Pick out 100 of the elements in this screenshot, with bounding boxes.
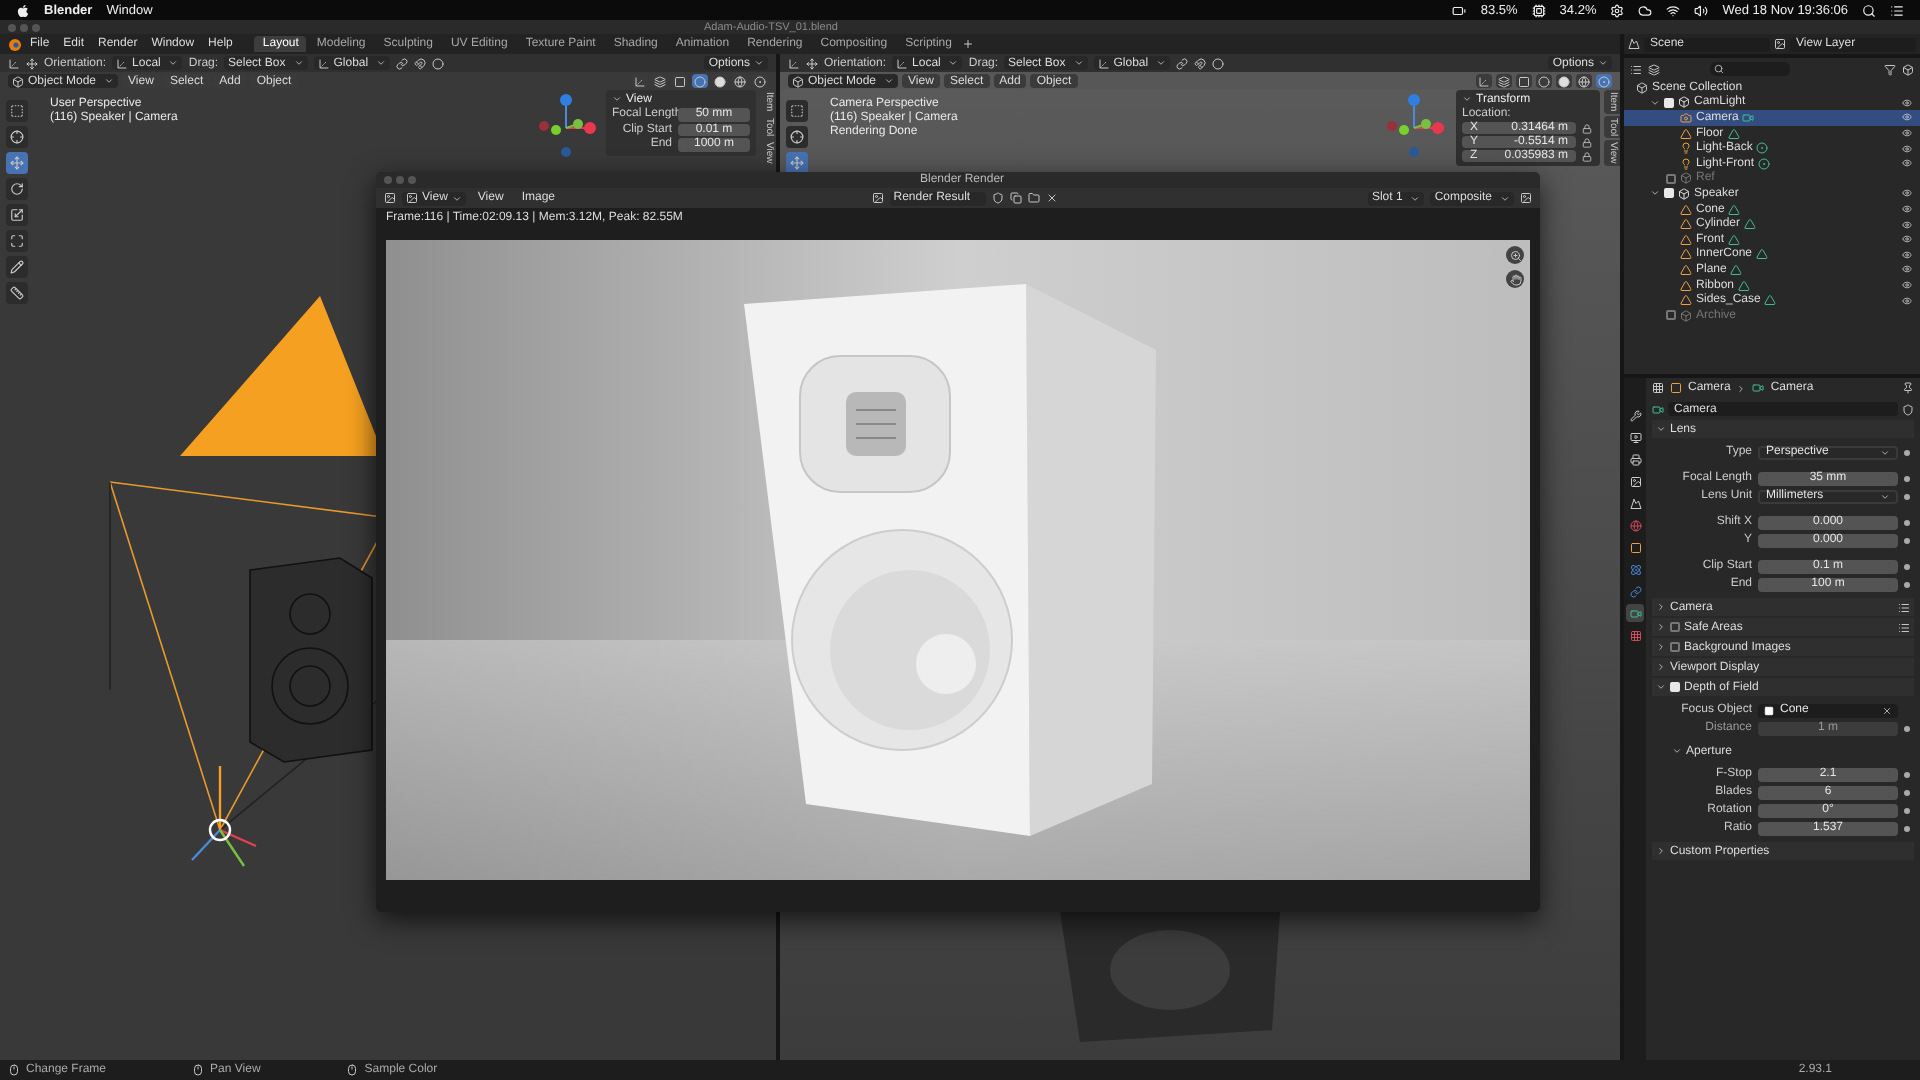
- gizmo-button[interactable]: [1476, 74, 1492, 88]
- keyframe-dot[interactable]: [1904, 493, 1910, 499]
- eye-icon[interactable]: [1902, 112, 1912, 123]
- copy-icon[interactable]: [1009, 192, 1022, 204]
- eye-icon[interactable]: [1902, 97, 1912, 108]
- lock-icon[interactable]: [1582, 123, 1592, 133]
- overlay-button[interactable]: [1496, 74, 1512, 88]
- shading-button[interactable]: [732, 74, 748, 88]
- shading-button[interactable]: [712, 74, 728, 88]
- eye-icon[interactable]: [1902, 264, 1912, 275]
- shading-button[interactable]: [692, 74, 708, 88]
- xray-button[interactable]: [672, 74, 688, 88]
- eye-icon[interactable]: [1902, 204, 1912, 215]
- folder-icon[interactable]: [1027, 192, 1040, 204]
- move-icon[interactable]: [806, 57, 818, 69]
- gear-icon[interactable]: [1610, 3, 1625, 17]
- shading-button[interactable]: [1576, 74, 1592, 88]
- keyframe-dot[interactable]: [1904, 789, 1910, 795]
- tool-button[interactable]: [786, 100, 808, 122]
- tool-button[interactable]: [786, 126, 808, 148]
- tool-button[interactable]: [6, 256, 28, 278]
- logo-icon[interactable]: [8, 37, 22, 51]
- expand-toggle[interactable]: [1650, 188, 1660, 199]
- wifi-icon[interactable]: [1666, 3, 1681, 17]
- keyframe-dot[interactable]: [1904, 825, 1910, 831]
- expand-toggle[interactable]: [1650, 97, 1660, 108]
- shield-icon[interactable]: [991, 192, 1004, 204]
- volume-icon[interactable]: [1694, 3, 1709, 17]
- tool-button[interactable]: [6, 152, 28, 174]
- properties-tab[interactable]: [1626, 604, 1644, 622]
- eye-icon[interactable]: [1902, 219, 1912, 230]
- image-icon[interactable]: [1520, 192, 1532, 204]
- keyframe-dot[interactable]: [1904, 475, 1910, 481]
- filter-icon[interactable]: [1884, 63, 1896, 75]
- search-field[interactable]: [1710, 62, 1790, 76]
- cloud-icon[interactable]: [1638, 3, 1653, 17]
- grid-icon[interactable]: [1652, 382, 1664, 394]
- image-icon[interactable]: [871, 192, 884, 204]
- move-icon[interactable]: [26, 57, 38, 69]
- tool-button[interactable]: [6, 126, 28, 148]
- tool-button[interactable]: [6, 100, 28, 122]
- axes-icon[interactable]: [788, 57, 800, 69]
- box-icon[interactable]: [1902, 63, 1914, 75]
- keyframe-dot[interactable]: [1904, 807, 1910, 813]
- shading-button[interactable]: [752, 74, 768, 88]
- eye-icon[interactable]: [1902, 158, 1912, 169]
- properties-tab[interactable]: [1626, 560, 1644, 578]
- tool-button[interactable]: [6, 204, 28, 226]
- video-camera-icon[interactable]: [1652, 403, 1664, 415]
- checkbox[interactable]: [1670, 642, 1680, 652]
- shading-button[interactable]: [1556, 74, 1572, 88]
- link-icon[interactable]: [1176, 57, 1189, 69]
- circle-icon[interactable]: [1212, 57, 1225, 69]
- lock-icon[interactable]: [1582, 151, 1592, 161]
- eye-icon[interactable]: [1902, 249, 1912, 260]
- eye-icon[interactable]: [1902, 280, 1912, 291]
- keyframe-dot[interactable]: [1904, 771, 1910, 777]
- search-icon[interactable]: [1862, 3, 1876, 17]
- magnet-icon[interactable]: [1194, 57, 1207, 69]
- keyframe-dot[interactable]: [1904, 519, 1910, 525]
- properties-tab[interactable]: [1626, 450, 1644, 468]
- eye-icon[interactable]: [1902, 128, 1912, 139]
- mountain-icon[interactable]: [1628, 38, 1640, 50]
- link-icon[interactable]: [396, 57, 409, 69]
- axes-icon[interactable]: [8, 57, 20, 69]
- xray-button[interactable]: [1516, 74, 1532, 88]
- checkbox[interactable]: [1670, 622, 1680, 632]
- keyframe-dot[interactable]: [1904, 537, 1910, 543]
- tool-button[interactable]: [786, 152, 808, 174]
- close-icon[interactable]: [1045, 192, 1058, 204]
- pin-icon[interactable]: [1902, 382, 1914, 394]
- eye-icon[interactable]: [1902, 234, 1912, 245]
- eye-icon[interactable]: [1902, 295, 1912, 306]
- properties-tab[interactable]: [1626, 428, 1644, 446]
- properties-tab[interactable]: [1626, 538, 1644, 556]
- keyframe-dot[interactable]: [1904, 563, 1910, 569]
- tool-button[interactable]: [6, 230, 28, 252]
- properties-tab[interactable]: [1626, 494, 1644, 512]
- plus-icon[interactable]: [961, 38, 974, 50]
- keyframe-dot[interactable]: [1904, 449, 1910, 455]
- tool-button[interactable]: [6, 178, 28, 200]
- shield-icon[interactable]: [1902, 403, 1914, 415]
- image-icon[interactable]: [1774, 38, 1786, 50]
- list-icon[interactable]: [1890, 3, 1904, 17]
- tool-button[interactable]: [6, 282, 28, 304]
- shading-button[interactable]: [1536, 74, 1552, 88]
- circle-icon[interactable]: [432, 57, 445, 69]
- apple-logo-icon[interactable]: [16, 3, 30, 17]
- list-icon[interactable]: [1630, 63, 1642, 75]
- eye-icon[interactable]: [1902, 188, 1912, 199]
- checkbox[interactable]: [1666, 310, 1676, 321]
- checkbox[interactable]: [1666, 173, 1676, 184]
- image-icon[interactable]: [384, 192, 396, 204]
- gizmo-button[interactable]: [632, 74, 648, 88]
- eye-icon[interactable]: [1902, 143, 1912, 154]
- layers-icon[interactable]: [1648, 63, 1660, 75]
- presets-icon[interactable]: [1898, 621, 1910, 633]
- magnet-icon[interactable]: [414, 57, 427, 69]
- overlay-button[interactable]: [652, 74, 668, 88]
- properties-tab[interactable]: [1626, 472, 1644, 490]
